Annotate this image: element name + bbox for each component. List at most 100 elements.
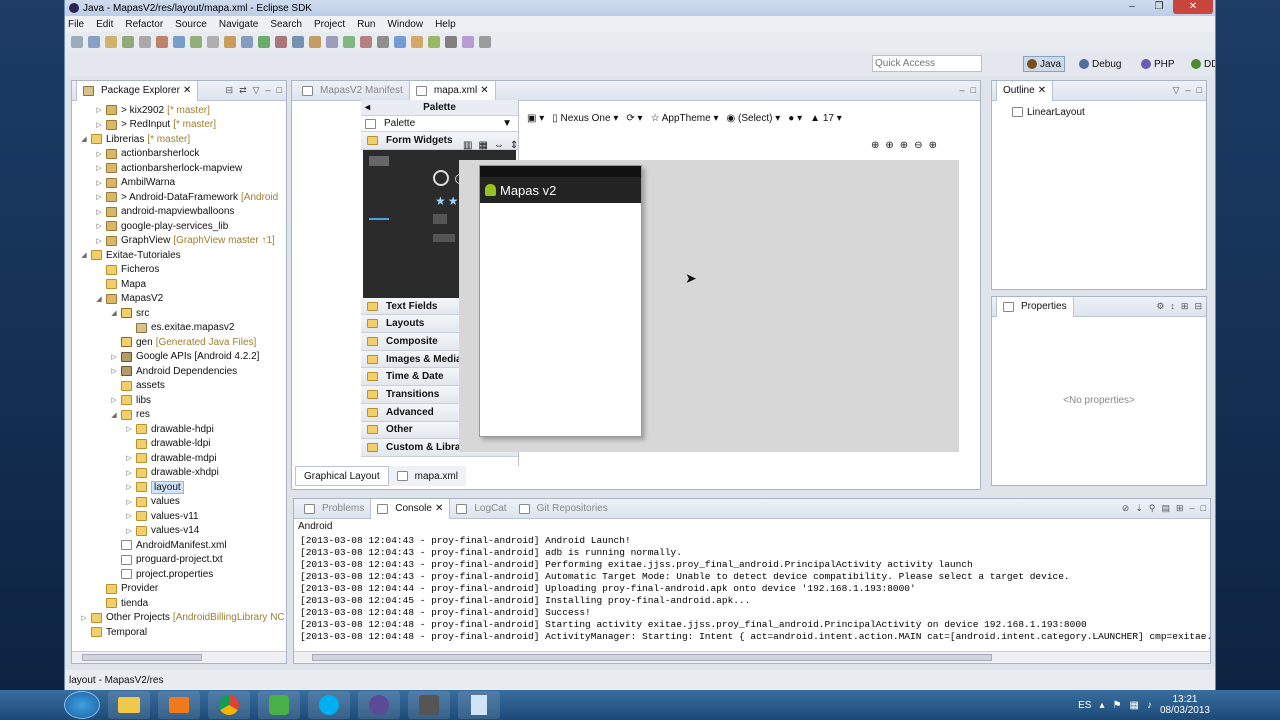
toggle-layout-icon[interactable]: ▥ [463, 140, 472, 151]
toolbar-icon[interactable] [224, 36, 236, 48]
tree-item[interactable]: ◢ src [110, 306, 149, 320]
zoom-real-icon[interactable]: ⊕ [885, 140, 893, 151]
tree-item[interactable]: tienda [95, 596, 148, 610]
tree-item[interactable]: ▷ values-v14 [125, 524, 199, 538]
filter-icon[interactable]: ⚙ [1156, 301, 1164, 312]
taskbar-explorer[interactable] [108, 691, 150, 719]
menu-navigate[interactable]: Navigate [219, 19, 258, 30]
console-scrollbar[interactable] [294, 651, 1210, 663]
fill-width-icon[interactable]: ⇔ [494, 140, 504, 151]
clock[interactable]: 13:21 08/03/2013 [1160, 694, 1210, 716]
tree-item[interactable]: gen [Generated Java Files] [110, 335, 256, 349]
tree-item[interactable]: Temporal [80, 625, 147, 639]
collapse-all-icon[interactable]: ⊟ [226, 85, 234, 96]
twisty-icon[interactable]: ▷ [125, 512, 133, 520]
expand-icon[interactable]: ⊞ [1181, 301, 1189, 312]
locale-icon[interactable]: ● ▾ [788, 113, 802, 124]
console-tab[interactable]: Console ✕ [370, 498, 451, 519]
tree-item[interactable]: ▷ AmbilWarna [95, 176, 175, 190]
editor-tab[interactable]: mapa.xml ✕ [408, 80, 496, 101]
twisty-icon[interactable]: ▷ [125, 454, 133, 462]
taskbar-skype[interactable] [308, 691, 350, 719]
menu-project[interactable]: Project [314, 19, 345, 30]
twisty-icon[interactable]: ▷ [125, 483, 133, 491]
toolbar-icon[interactable] [207, 36, 219, 48]
menu-file[interactable]: File [68, 19, 84, 30]
tree-item[interactable]: Provider [95, 582, 158, 596]
toolbar-icon[interactable] [292, 36, 304, 48]
twisty-icon[interactable]: ▷ [110, 396, 118, 404]
maximize-view-icon[interactable]: □ [1197, 85, 1202, 96]
perspective-java[interactable]: Java [1023, 56, 1066, 72]
pin-console-icon[interactable]: ⚲ [1149, 503, 1156, 514]
close-tab-icon[interactable]: ✕ [1038, 85, 1046, 96]
toolbar-icon[interactable] [377, 36, 389, 48]
palette-dropdown[interactable]: Palette ▼ [361, 116, 518, 132]
tree-item[interactable]: ▷ > RedInput [* master] [95, 118, 216, 132]
collapse-icon[interactable]: ⊟ [1194, 301, 1202, 312]
toolbar-icon[interactable] [241, 36, 253, 48]
twisty-icon[interactable]: ▷ [125, 498, 133, 506]
maximize-view-icon[interactable]: □ [1201, 503, 1206, 514]
twisty-icon[interactable]: ▷ [95, 208, 103, 216]
tree-item[interactable]: ▷ Android Dependencies [110, 364, 237, 378]
device-preview[interactable]: Mapas v2 [479, 165, 642, 437]
toolbar-icon[interactable] [411, 36, 423, 48]
activity-select[interactable]: ◉ (Select) ▾ [727, 113, 781, 124]
orientation-icon[interactable]: ⟳ ▾ [626, 113, 642, 124]
twisty-icon[interactable]: ◢ [80, 135, 88, 143]
tree-item[interactable]: ▷ Google APIs [Android 4.2.2] [110, 350, 259, 364]
maximize-button[interactable]: ❐ [1146, 0, 1172, 14]
editor-tab[interactable]: MapasV2 Manifest [296, 81, 409, 101]
twisty-icon[interactable]: ◢ [80, 251, 88, 259]
console-output[interactable]: [2013-03-08 12:04:43 - proy-final-androi… [300, 535, 1212, 643]
toolbar-icon[interactable] [71, 36, 83, 48]
close-tab-icon[interactable]: ✕ [183, 85, 191, 96]
view-menu-icon[interactable]: ▽ [253, 85, 260, 96]
tree-item[interactable]: assets [110, 379, 165, 393]
api-select[interactable]: ▲ 17 ▾ [810, 113, 842, 124]
zoom-in-icon[interactable]: ⊕ [929, 140, 937, 151]
tree-item[interactable]: ◢ MapasV2 [95, 292, 163, 306]
tree-item[interactable]: drawable-ldpi [125, 437, 210, 451]
twisty-icon[interactable]: ▷ [95, 164, 103, 172]
console-tab[interactable]: LogCat [450, 499, 512, 519]
tree-item[interactable]: ▷ values [125, 495, 180, 509]
tree-item[interactable]: ▷ > kix2902 [* master] [95, 103, 210, 117]
new-console-icon[interactable]: ⊞ [1176, 503, 1184, 514]
toolbar-icon[interactable] [445, 36, 457, 48]
toolbar-icon[interactable] [156, 36, 168, 48]
taskbar-media[interactable] [158, 691, 200, 719]
twisty-icon[interactable]: ▷ [95, 237, 103, 245]
toolbar-icon[interactable] [343, 36, 355, 48]
toolbar-icon[interactable] [275, 36, 287, 48]
clear-console-icon[interactable]: ⊘ [1122, 503, 1130, 514]
horizontal-scrollbar[interactable] [72, 651, 286, 663]
sort-icon[interactable]: ↕ [1170, 301, 1175, 312]
toolbar-icon[interactable] [88, 36, 100, 48]
toolbar-icon[interactable] [309, 36, 321, 48]
tree-item[interactable]: ◢ Exitae-Tutoriales [80, 248, 180, 262]
network-icon[interactable]: ▦ [1129, 700, 1138, 711]
menu-help[interactable]: Help [435, 19, 456, 30]
tree-item[interactable]: ▷ android-mapviewballoons [95, 205, 234, 219]
minimize-view-icon[interactable]: – [960, 85, 965, 95]
device-select[interactable]: ▯ Nexus One ▾ [552, 113, 618, 124]
tab-properties[interactable]: Properties [996, 296, 1074, 317]
toolbar-icon[interactable] [122, 36, 134, 48]
tree-item[interactable]: ▷ drawable-xhdpi [125, 466, 219, 480]
display-console-icon[interactable]: ▤ [1161, 503, 1170, 514]
console-tab[interactable]: Problems [298, 499, 370, 519]
twisty-icon[interactable]: ▷ [95, 106, 103, 114]
menu-search[interactable]: Search [270, 19, 302, 30]
twisty-icon[interactable]: ▷ [110, 367, 118, 375]
theme-select[interactable]: ☆ AppTheme ▾ [651, 113, 719, 124]
editor-bottom-tab[interactable]: Graphical Layout [295, 466, 389, 486]
twisty-icon[interactable]: ▷ [95, 193, 103, 201]
tree-item[interactable]: ▷ layout [125, 480, 184, 494]
tree-item[interactable]: ▷ actionbarsherlock-mapview [95, 161, 242, 175]
grid-icon[interactable]: ▦ [478, 140, 487, 151]
tree-item[interactable]: ▷ libs [110, 393, 151, 407]
tree-item[interactable]: ▷ drawable-hdpi [125, 422, 214, 436]
tree-item[interactable]: ▷ drawable-mdpi [125, 451, 216, 465]
